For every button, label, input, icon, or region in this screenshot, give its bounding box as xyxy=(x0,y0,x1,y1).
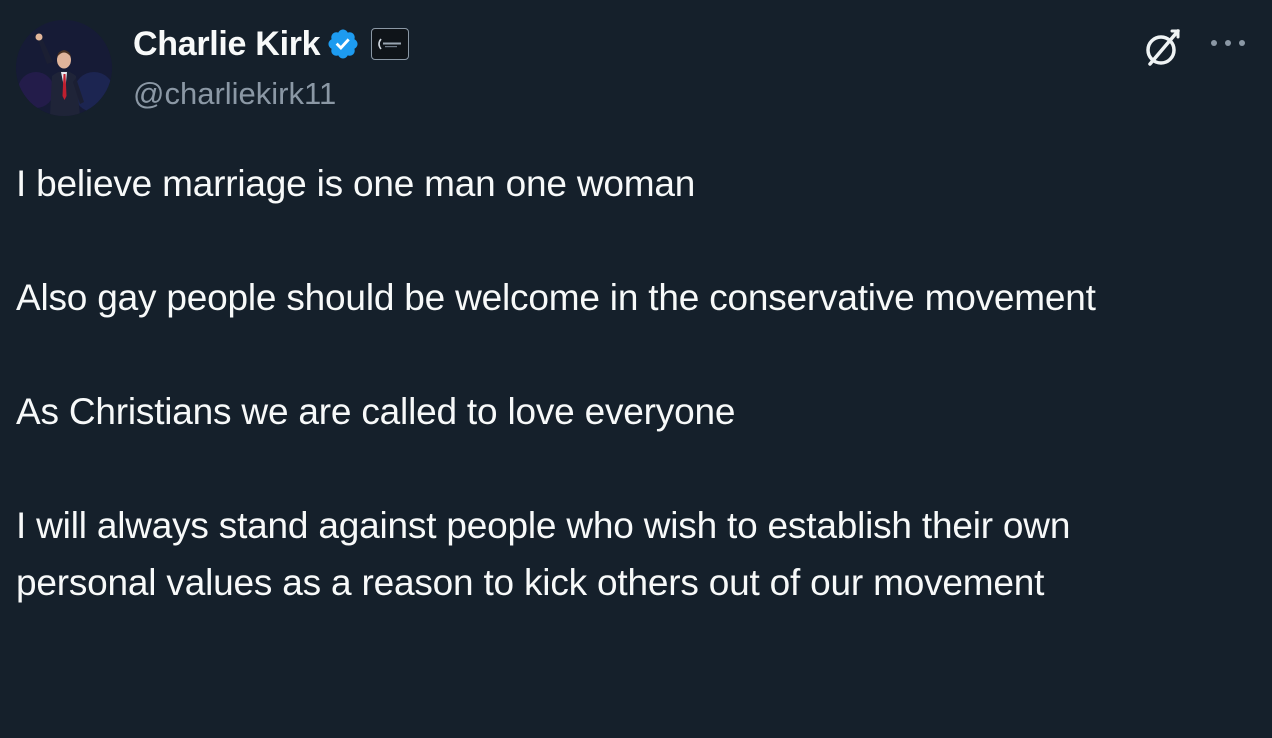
author-display-name[interactable]: Charlie Kirk xyxy=(133,25,321,64)
tweet-paragraph: I will always stand against people who w… xyxy=(16,505,1071,603)
grok-icon[interactable] xyxy=(1140,25,1186,71)
tweet-card: Charlie Kirk @charliekirk11 I believe ma… xyxy=(0,0,1272,738)
verified-badge-icon[interactable] xyxy=(326,27,360,61)
organization-affiliate-badge-icon[interactable] xyxy=(371,28,410,60)
author-handle[interactable]: @charliekirk11 xyxy=(133,76,336,112)
tweet-text: I believe marriage is one man one woman … xyxy=(16,155,1216,611)
tweet-paragraph: As Christians we are called to love ever… xyxy=(16,391,736,432)
author-avatar[interactable] xyxy=(16,20,112,116)
more-options-icon[interactable] xyxy=(1208,28,1248,58)
author-name-row: Charlie Kirk xyxy=(133,22,410,66)
tweet-paragraph: I believe marriage is one man one woman xyxy=(16,163,696,204)
tweet-paragraph: Also gay people should be welcome in the… xyxy=(16,277,1096,318)
avatar-image xyxy=(16,20,112,116)
